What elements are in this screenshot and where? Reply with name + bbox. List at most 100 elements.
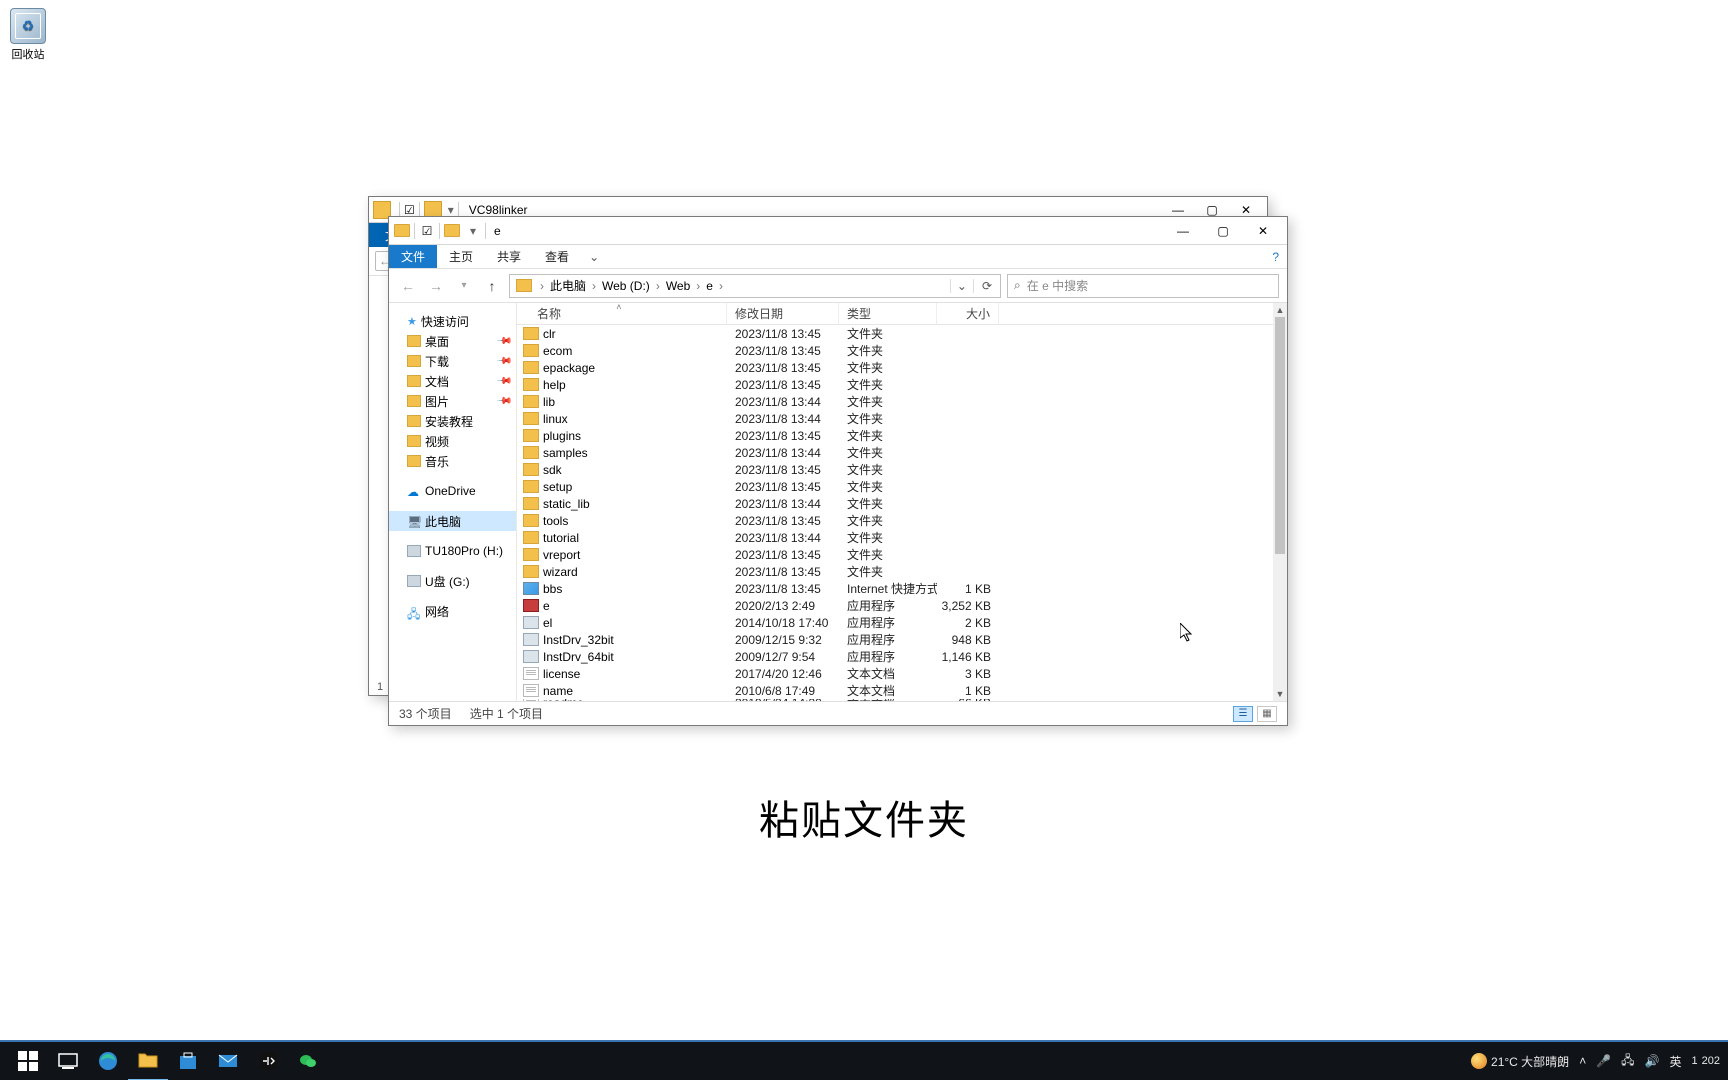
scroll-track[interactable] (1273, 317, 1287, 687)
ribbon-min-icon[interactable]: ⌄ (581, 245, 607, 268)
file-row[interactable]: el2014/10/18 17:40应用程序2 KB (517, 614, 1273, 631)
navigation-pane[interactable]: ★快速访问 桌面📌 下载📌 文档📌 图片📌 安装教程 视频 音乐 ☁OneDri… (389, 303, 517, 701)
folder-icon (523, 480, 539, 493)
file-row[interactable]: setup2023/11/8 13:45文件夹 (517, 478, 1273, 495)
taskbar[interactable]: 21°C 大部晴朗 ˄ 🎤 🖧 🔊 英 1 202 (0, 1040, 1728, 1080)
minimize-button[interactable]: — (1163, 217, 1203, 245)
file-row[interactable]: static_lib2023/11/8 13:44文件夹 (517, 495, 1273, 512)
qat-check-icon[interactable]: ☑ (404, 203, 415, 217)
search-icon: ⌕ (1014, 278, 1021, 293)
file-row[interactable]: InstDrv_32bit2009/12/15 9:32应用程序948 KB (517, 631, 1273, 648)
qat-check-icon[interactable]: ☑ (418, 222, 436, 240)
scroll-down-button[interactable]: ▼ (1273, 687, 1287, 701)
file-row[interactable]: linux2023/11/8 13:44文件夹 (517, 410, 1273, 427)
search-input[interactable]: ⌕ 在 e 中搜索 (1007, 274, 1279, 298)
file-row[interactable]: clr2023/11/8 13:45文件夹 (517, 325, 1273, 342)
file-row[interactable]: help2023/11/8 13:45文件夹 (517, 376, 1273, 393)
store-button[interactable] (168, 1041, 208, 1080)
breadcrumb[interactable]: e (702, 279, 717, 293)
file-date: 2023/11/8 13:45 (727, 361, 839, 375)
nav-network[interactable]: 🖧网络 (389, 601, 516, 621)
mail-button[interactable] (208, 1041, 248, 1080)
help-icon[interactable]: ? (1264, 245, 1287, 268)
ribbon-tab-share[interactable]: 共享 (485, 245, 533, 268)
recycle-bin[interactable]: ♻ 回收站 (0, 8, 56, 62)
nav-this-pc[interactable]: 🖥此电脑 (389, 511, 516, 531)
weather-widget[interactable]: 21°C 大部晴朗 (1471, 1053, 1569, 1070)
view-tiles-button[interactable]: ▦ (1257, 706, 1277, 722)
scroll-up-button[interactable]: ▲ (1273, 303, 1287, 317)
file-row[interactable]: e2020/2/13 2:49应用程序3,252 KB (517, 597, 1273, 614)
file-type: 应用程序 (839, 631, 937, 648)
col-header-name[interactable]: 名称˄ (517, 303, 727, 324)
file-row[interactable]: license2017/4/20 12:46文本文档3 KB (517, 665, 1273, 682)
network-icon[interactable]: 🖧 (1621, 1051, 1634, 1072)
nav-quick-item[interactable]: 桌面📌 (389, 331, 516, 351)
vertical-scrollbar[interactable]: ▲ ▼ (1273, 303, 1287, 701)
file-row[interactable]: InstDrv_64bit2009/12/7 9:54应用程序1,146 KB (517, 648, 1273, 665)
breadcrumb[interactable]: Web (D:) (598, 279, 654, 293)
nav-drive[interactable]: U盘 (G:) (389, 571, 516, 591)
ribbon-tab-view[interactable]: 查看 (533, 245, 581, 268)
nav-quick-item[interactable]: 视频 (389, 431, 516, 451)
file-row[interactable]: vreport2023/11/8 13:45文件夹 (517, 546, 1273, 563)
nav-back-button[interactable]: ← (397, 275, 419, 297)
nav-quick-item[interactable]: 音乐 (389, 451, 516, 471)
nav-quick-item[interactable]: 下载📌 (389, 351, 516, 371)
scroll-thumb[interactable] (1275, 317, 1285, 554)
nav-onedrive[interactable]: ☁OneDrive (389, 481, 516, 501)
ribbon-tab-file[interactable]: 文件 (389, 245, 437, 268)
file-row[interactable]: name2010/6/8 17:49文本文档1 KB (517, 682, 1273, 699)
col-header-type[interactable]: 类型 (839, 303, 937, 324)
task-view-button[interactable] (48, 1041, 88, 1080)
file-row[interactable]: lib2023/11/8 13:44文件夹 (517, 393, 1273, 410)
file-row[interactable]: tools2023/11/8 13:45文件夹 (517, 512, 1273, 529)
file-explorer-button[interactable] (128, 1041, 168, 1080)
close-button[interactable]: ✕ (1243, 217, 1283, 245)
file-row[interactable]: sdk2023/11/8 13:45文件夹 (517, 461, 1273, 478)
view-details-button[interactable]: ☰ (1233, 706, 1253, 722)
pin-icon: 📌 (495, 353, 512, 370)
nav-recent-button[interactable]: ▾ (453, 275, 475, 297)
file-name: name (543, 684, 573, 698)
breadcrumb[interactable]: 此电脑 (546, 277, 590, 294)
breadcrumb[interactable]: Web (662, 279, 694, 293)
file-row[interactable]: ecom2023/11/8 13:45文件夹 (517, 342, 1273, 359)
maximize-button[interactable]: ▢ (1203, 217, 1243, 245)
start-button[interactable] (8, 1041, 48, 1080)
exe-icon (523, 616, 539, 629)
file-name: InstDrv_64bit (543, 650, 614, 664)
volume-icon[interactable]: 🔊 (1645, 1054, 1660, 1068)
nav-quick-item[interactable]: 图片📌 (389, 391, 516, 411)
mic-icon[interactable]: 🎤 (1596, 1054, 1611, 1068)
nav-up-button[interactable]: ↑ (481, 275, 503, 297)
dropdown-icon[interactable]: ▾ (464, 222, 482, 240)
titlebar[interactable]: ☑ ▾ e — ▢ ✕ (389, 217, 1287, 245)
file-row[interactable]: tutorial2023/11/8 13:44文件夹 (517, 529, 1273, 546)
wechat-button[interactable] (288, 1041, 328, 1080)
file-row[interactable]: bbs2023/11/8 13:45Internet 快捷方式1 KB (517, 580, 1273, 597)
dropdown-icon[interactable]: ▾ (448, 203, 454, 217)
file-row[interactable]: wizard2023/11/8 13:45文件夹 (517, 563, 1273, 580)
nav-forward-button[interactable]: → (425, 275, 447, 297)
col-header-size[interactable]: 大小 (937, 303, 999, 324)
file-list[interactable]: clr2023/11/8 13:45文件夹ecom2023/11/8 13:45… (517, 325, 1273, 701)
nav-quick-access[interactable]: ★快速访问 (389, 311, 516, 331)
file-row[interactable]: plugins2023/11/8 13:45文件夹 (517, 427, 1273, 444)
breadcrumb-separator: › (654, 279, 662, 293)
address-history-button[interactable]: ⌄ (950, 279, 973, 293)
edge-button[interactable] (88, 1041, 128, 1080)
app-button-1[interactable] (248, 1041, 288, 1080)
tray-overflow-button[interactable]: ˄ (1579, 1054, 1586, 1068)
address-bar[interactable]: › 此电脑 › Web (D:) › Web › e › ⌄ ⟳ (509, 274, 1001, 298)
nav-drive[interactable]: TU180Pro (H:) (389, 541, 516, 561)
col-header-date[interactable]: 修改日期 (727, 303, 839, 324)
file-row[interactable]: epackage2023/11/8 13:45文件夹 (517, 359, 1273, 376)
ribbon-tab-home[interactable]: 主页 (437, 245, 485, 268)
refresh-button[interactable]: ⟳ (973, 279, 1000, 293)
ime-indicator[interactable]: 英 (1670, 1053, 1682, 1070)
nav-quick-item[interactable]: 安装教程 (389, 411, 516, 431)
clock[interactable]: 1 202 (1692, 1055, 1720, 1067)
file-row[interactable]: samples2023/11/8 13:44文件夹 (517, 444, 1273, 461)
nav-quick-item[interactable]: 文档📌 (389, 371, 516, 391)
